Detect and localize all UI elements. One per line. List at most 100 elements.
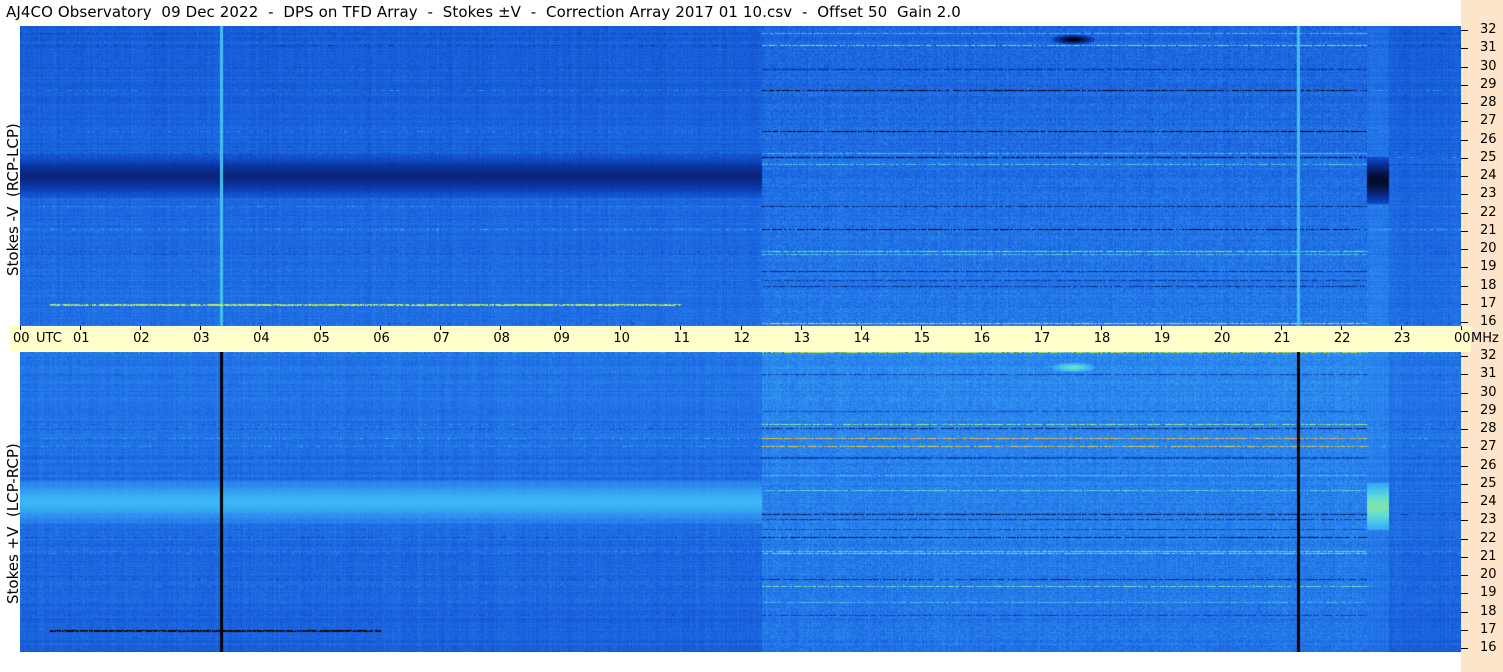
x-tick-label: 07	[433, 331, 450, 346]
y-unit-label: MHz	[1471, 331, 1499, 346]
y-tick-label: 17	[1480, 296, 1497, 311]
y-tick-mark	[1461, 267, 1468, 268]
x-tick-mark	[1100, 326, 1102, 330]
y-tick-label: 27	[1480, 439, 1497, 454]
x-tick-label: 05	[313, 331, 330, 346]
x-tick-mark	[980, 326, 982, 330]
y-tick-mark	[1461, 158, 1468, 159]
x-tick-label: 00	[1454, 331, 1471, 346]
x-tick-mark	[800, 326, 802, 330]
x-tick-label: 08	[493, 331, 510, 346]
x-tick-label: 00	[13, 331, 30, 346]
y-tick-label: 30	[1480, 385, 1497, 400]
y-tick-label: 19	[1480, 585, 1497, 600]
y-tick-label: 18	[1480, 604, 1497, 619]
y-tick-mark	[1461, 575, 1468, 576]
x-tick-label: 14	[853, 331, 871, 346]
x-tick-label: 10	[613, 331, 630, 346]
x-tick-label: 06	[373, 331, 390, 346]
y-tick-label: 30	[1480, 59, 1497, 74]
x-tick-mark	[1280, 326, 1282, 330]
y-tick-label: 24	[1480, 494, 1497, 509]
y-tick-label: 24	[1480, 168, 1497, 183]
y-tick-mark	[1461, 85, 1468, 86]
y-tick-mark	[1461, 48, 1468, 49]
y-tick-mark	[1461, 30, 1468, 31]
x-tick-mark	[20, 326, 21, 330]
x-tick-mark	[1160, 326, 1162, 330]
x-tick-label: 01	[73, 331, 90, 346]
y-tick-label: 21	[1480, 223, 1497, 238]
y-tick-label: 21	[1480, 549, 1497, 564]
y-tick-label: 27	[1480, 113, 1497, 128]
y-tick-mark	[1461, 393, 1468, 394]
x-tick-mark	[80, 326, 82, 330]
x-tick-label: 17	[1033, 331, 1051, 346]
x-tick-mark	[1040, 326, 1042, 330]
x-tick-mark	[440, 326, 442, 330]
y-tick-label: 28	[1480, 421, 1497, 436]
y-tick-mark	[1461, 447, 1468, 448]
y-tick-mark	[1461, 322, 1468, 323]
y-tick-mark	[1461, 612, 1468, 613]
y-tick-mark	[1461, 304, 1468, 305]
x-tick-label: 04	[253, 331, 270, 346]
x-tick-mark	[200, 326, 202, 330]
x-tick-mark	[920, 326, 922, 330]
y-tick-mark	[1461, 286, 1468, 287]
y-tick-label: 26	[1480, 132, 1497, 147]
x-tick-mark	[380, 326, 382, 330]
x-tick-label: 16	[973, 331, 991, 346]
y-tick-mark	[1461, 249, 1468, 250]
x-tick-label: 02	[133, 331, 150, 346]
y-tick-mark	[1461, 593, 1468, 594]
x-tick-mark	[1340, 326, 1342, 330]
y-tick-mark	[1461, 557, 1468, 558]
x-tick-label: 20	[1213, 331, 1231, 346]
y-tick-label: 29	[1480, 77, 1497, 92]
y-tick-mark	[1461, 103, 1468, 104]
y-tick-label: 16	[1480, 314, 1497, 329]
x-tick-mark	[1461, 326, 1462, 330]
y-tick-label: 31	[1480, 40, 1497, 55]
x-tick-mark	[500, 326, 502, 330]
x-tick-label: 12	[733, 331, 751, 346]
x-tick-mark	[1400, 326, 1402, 330]
x-tick-label: 11	[673, 331, 690, 346]
y-tick-mark	[1461, 356, 1468, 357]
x-tick-label: 03	[193, 331, 210, 346]
y-tick-label: 17	[1480, 622, 1497, 637]
y-tick-label: 22	[1480, 531, 1497, 546]
x-tick-label: 19	[1153, 331, 1171, 346]
x-tick-mark	[320, 326, 322, 330]
x-tick-mark	[740, 326, 742, 330]
y-tick-mark	[1461, 429, 1468, 430]
y-tick-label: 19	[1480, 259, 1497, 274]
y-tick-mark	[1461, 213, 1468, 214]
x-tick-label: 09	[553, 331, 570, 346]
x-tick-label: 18	[1093, 331, 1111, 346]
x-tick-label: 21	[1273, 331, 1291, 346]
y-tick-mark	[1461, 231, 1468, 232]
y-tick-label: 20	[1480, 241, 1497, 256]
y-tick-mark	[1461, 121, 1468, 122]
spectrogram-stokes-plus-v	[20, 352, 1461, 652]
y-tick-mark	[1461, 648, 1468, 649]
y-tick-mark	[1461, 539, 1468, 540]
y-tick-label: 31	[1480, 366, 1497, 381]
y-tick-label: 22	[1480, 205, 1497, 220]
y-tick-mark	[1461, 194, 1468, 195]
y-tick-label: 25	[1480, 150, 1497, 165]
x-tick-label: 13	[793, 331, 811, 346]
y-tick-label: 16	[1480, 640, 1497, 655]
x-tick-mark	[140, 326, 142, 330]
y-tick-mark	[1461, 176, 1468, 177]
y-tick-label: 20	[1480, 567, 1497, 582]
y-tick-mark	[1461, 502, 1468, 503]
x-tick-mark	[260, 326, 262, 330]
x-tick-mark	[560, 326, 562, 330]
x-tick-mark	[860, 326, 862, 330]
y-tick-mark	[1461, 520, 1468, 521]
spectrogram-stokes-minus-v	[20, 26, 1461, 326]
chart-title: AJ4CO Observatory 09 Dec 2022 - DPS on T…	[6, 3, 961, 21]
